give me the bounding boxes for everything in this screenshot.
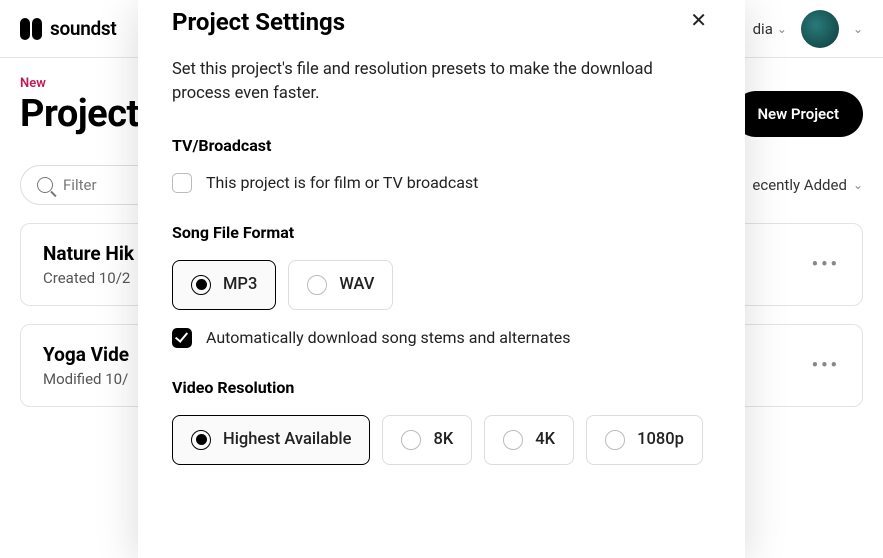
brand-logo-icon: [20, 18, 42, 40]
format-option-label: WAV: [339, 275, 374, 294]
radio-icon: [605, 430, 625, 450]
nav-media-label: dia: [753, 20, 773, 38]
resolution-radio-group: Highest Available 8K 4K 1080p: [172, 415, 711, 465]
format-option-mp3[interactable]: MP3: [172, 260, 276, 310]
sort-label: ecently Added: [752, 176, 847, 194]
auto-stems-checkbox-row[interactable]: Automatically download song stems and al…: [172, 328, 711, 348]
checkbox-icon: [172, 328, 192, 348]
radio-icon: [401, 430, 421, 450]
format-radio-group: MP3 WAV: [172, 260, 711, 310]
radio-icon: [191, 430, 211, 450]
avatar[interactable]: [801, 10, 839, 48]
close-button[interactable]: ✕: [686, 6, 711, 34]
resolution-option-label: 4K: [535, 430, 555, 449]
section-resolution-label: Video Resolution: [172, 378, 711, 397]
section-format-label: Song File Format: [172, 223, 711, 242]
nav-media[interactable]: dia ⌄: [753, 20, 787, 38]
format-option-label: MP3: [223, 275, 257, 294]
project-settings-modal: Project Settings ✕ Set this project's fi…: [138, 0, 745, 558]
radio-icon: [503, 430, 523, 450]
resolution-option-4k[interactable]: 4K: [484, 415, 574, 465]
tv-broadcast-checkbox-row[interactable]: This project is for film or TV broadcast: [172, 173, 711, 193]
topbar-right: dia ⌄ ⌄: [753, 10, 863, 48]
page-title: Project: [20, 92, 139, 136]
project-info: Nature Hik Created 10/2: [43, 242, 134, 287]
tv-broadcast-label: This project is for film or TV broadcast: [206, 173, 478, 192]
project-sub: Created 10/2: [43, 269, 134, 287]
project-sub: Modified 10/: [43, 370, 129, 388]
resolution-option-label: Highest Available: [223, 430, 351, 449]
project-info: Yoga Vide Modified 10/: [43, 343, 129, 388]
close-icon: ✕: [690, 8, 707, 32]
more-icon[interactable]: •••: [812, 355, 840, 376]
resolution-option-highest[interactable]: Highest Available: [172, 415, 370, 465]
filter-placeholder: Filter: [63, 176, 97, 194]
format-option-wav[interactable]: WAV: [288, 260, 393, 310]
chevron-down-icon: ⌄: [777, 22, 787, 36]
modal-description: Set this project's file and resolution p…: [172, 58, 711, 106]
sort-dropdown[interactable]: ecently Added ⌄: [752, 176, 863, 194]
section-tv-label: TV/Broadcast: [172, 136, 711, 155]
radio-icon: [191, 275, 211, 295]
modal-title: Project Settings: [172, 8, 345, 36]
chevron-down-icon: ⌄: [853, 178, 863, 192]
modal-head: Project Settings ✕: [172, 0, 711, 36]
resolution-option-8k[interactable]: 8K: [382, 415, 472, 465]
auto-stems-label: Automatically download song stems and al…: [206, 328, 571, 347]
project-title: Nature Hik: [43, 242, 134, 265]
resolution-option-label: 1080p: [637, 430, 684, 449]
radio-icon: [307, 275, 327, 295]
brand[interactable]: soundst: [20, 17, 117, 40]
avatar-chevron-down-icon[interactable]: ⌄: [853, 22, 863, 36]
more-icon[interactable]: •••: [812, 254, 840, 275]
resolution-option-1080p[interactable]: 1080p: [586, 415, 703, 465]
new-project-button[interactable]: New Project: [733, 91, 863, 137]
brand-text: soundst: [50, 17, 117, 40]
checkbox-icon: [172, 173, 192, 193]
project-title: Yoga Vide: [43, 343, 129, 366]
search-icon: [37, 177, 53, 193]
resolution-option-label: 8K: [433, 430, 453, 449]
